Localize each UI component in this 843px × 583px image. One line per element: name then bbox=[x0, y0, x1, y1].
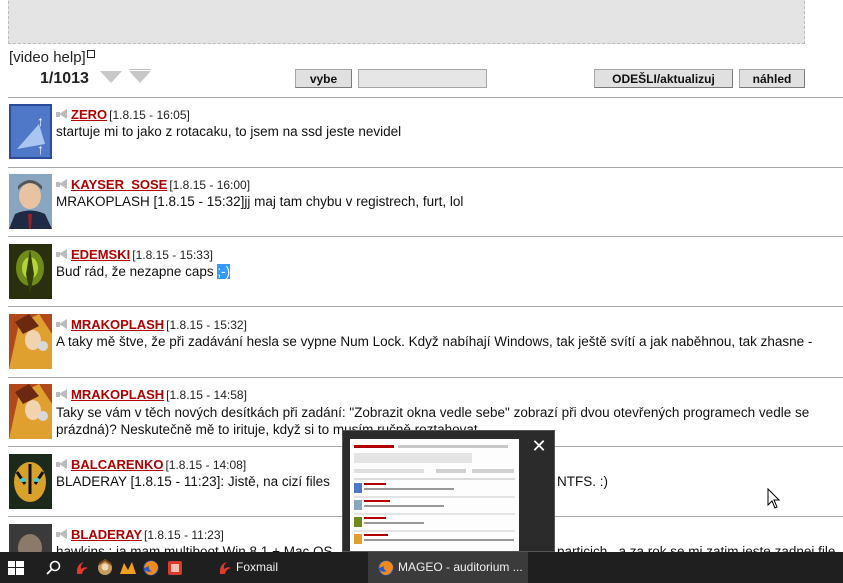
post-text: A taky mě štve, že při zadávání hesla se… bbox=[56, 334, 813, 349]
taskbar: Foxmail MAGEO - auditorium ... bbox=[0, 552, 843, 583]
post-text: MRAKOPLASH [1.8.15 - 15:32]jj maj tam ch… bbox=[56, 194, 464, 209]
firefox-pinned-icon[interactable] bbox=[142, 559, 160, 577]
post-author[interactable]: BLADERAY bbox=[71, 527, 142, 542]
avatar[interactable] bbox=[9, 244, 52, 299]
speaker-icon[interactable] bbox=[56, 179, 69, 190]
mouse-cursor-icon bbox=[767, 488, 781, 509]
avatar[interactable] bbox=[9, 454, 52, 509]
speaker-icon[interactable] bbox=[56, 529, 69, 540]
post-author[interactable]: ZERO bbox=[71, 107, 107, 122]
selected-text: ;-) bbox=[217, 264, 231, 279]
foxmail-pinned-icon[interactable] bbox=[74, 560, 90, 576]
close-icon[interactable]: ✕ bbox=[528, 435, 550, 457]
post-author[interactable]: BALCARENKO bbox=[71, 457, 163, 472]
post-text: BLADERAY [1.8.15 - 11:23]: Jistě, na ciz… bbox=[56, 474, 330, 489]
speaker-icon[interactable] bbox=[56, 389, 69, 400]
video-help-icon bbox=[86, 50, 95, 58]
message-textarea[interactable] bbox=[8, 0, 805, 44]
post-time: [1.8.15 - 11:23] bbox=[144, 528, 224, 542]
divider bbox=[8, 97, 843, 98]
post-time: [1.8.15 - 14:58] bbox=[166, 388, 247, 402]
thumbnail-image bbox=[350, 439, 519, 551]
select-input[interactable] bbox=[358, 69, 487, 88]
speaker-icon[interactable] bbox=[56, 109, 69, 120]
send-update-button[interactable]: ODEŠLI/aktualizuj bbox=[594, 69, 733, 88]
avatar[interactable] bbox=[9, 384, 52, 439]
divider bbox=[8, 306, 843, 307]
video-help-link[interactable]: [video help] bbox=[9, 49, 95, 66]
app-pinned-icon[interactable] bbox=[96, 559, 114, 577]
post-time: [1.8.15 - 14:08] bbox=[165, 458, 247, 472]
last-page-arrow-icon[interactable] bbox=[129, 69, 151, 83]
post-author[interactable]: MRAKOPLASH bbox=[71, 387, 164, 402]
divider bbox=[8, 377, 843, 378]
post-author[interactable]: EDEMSKI bbox=[71, 247, 130, 262]
firefox-icon bbox=[378, 560, 394, 576]
svg-text:↑: ↑ bbox=[37, 113, 44, 129]
speaker-icon[interactable] bbox=[56, 319, 69, 330]
app-pinned-icon-red[interactable] bbox=[166, 559, 184, 577]
speaker-icon[interactable] bbox=[56, 459, 69, 470]
post-text: Buď rád, že nezapne caps ;-) bbox=[56, 264, 231, 279]
select-button[interactable]: vybe bbox=[295, 69, 352, 88]
taskbar-thumbnail-preview[interactable]: ✕ bbox=[342, 430, 555, 552]
post-time: [1.8.15 - 15:32] bbox=[166, 318, 247, 332]
speaker-icon[interactable] bbox=[56, 249, 69, 260]
divider bbox=[8, 236, 843, 237]
preview-button[interactable]: náhled bbox=[739, 69, 805, 88]
post-author[interactable]: MRAKOPLASH bbox=[71, 317, 164, 332]
divider bbox=[8, 167, 843, 168]
search-icon[interactable] bbox=[46, 560, 62, 576]
avatar[interactable] bbox=[9, 314, 52, 369]
taskbar-app-foxmail[interactable]: Foxmail bbox=[208, 552, 358, 583]
page-counter: 1/1013 bbox=[40, 70, 89, 87]
svg-text:↑: ↑ bbox=[37, 141, 44, 157]
winamp-pinned-icon[interactable] bbox=[119, 560, 137, 576]
post-time: [1.8.15 - 16:00] bbox=[169, 178, 251, 192]
next-page-arrow-icon[interactable] bbox=[100, 71, 122, 83]
avatar[interactable] bbox=[9, 174, 52, 229]
windows-start-icon[interactable] bbox=[8, 561, 24, 575]
taskbar-app-firefox[interactable]: MAGEO - auditorium ... bbox=[368, 552, 528, 583]
post-author[interactable]: KAYSER_SOSE bbox=[71, 177, 167, 192]
taskbar-app-label: MAGEO - auditorium ... bbox=[398, 560, 523, 574]
post-text: startuje mi to jako z rotacaku, to jsem … bbox=[56, 124, 402, 139]
post-text-tail: NTFS. :) bbox=[557, 474, 608, 489]
avatar[interactable]: ↑ ↑ bbox=[9, 104, 52, 159]
taskbar-app-label: Foxmail bbox=[236, 560, 279, 574]
post-time: [1.8.15 - 15:33] bbox=[132, 248, 213, 262]
post-time: [1.8.15 - 16:05] bbox=[109, 108, 190, 122]
foxmail-icon bbox=[219, 562, 231, 574]
